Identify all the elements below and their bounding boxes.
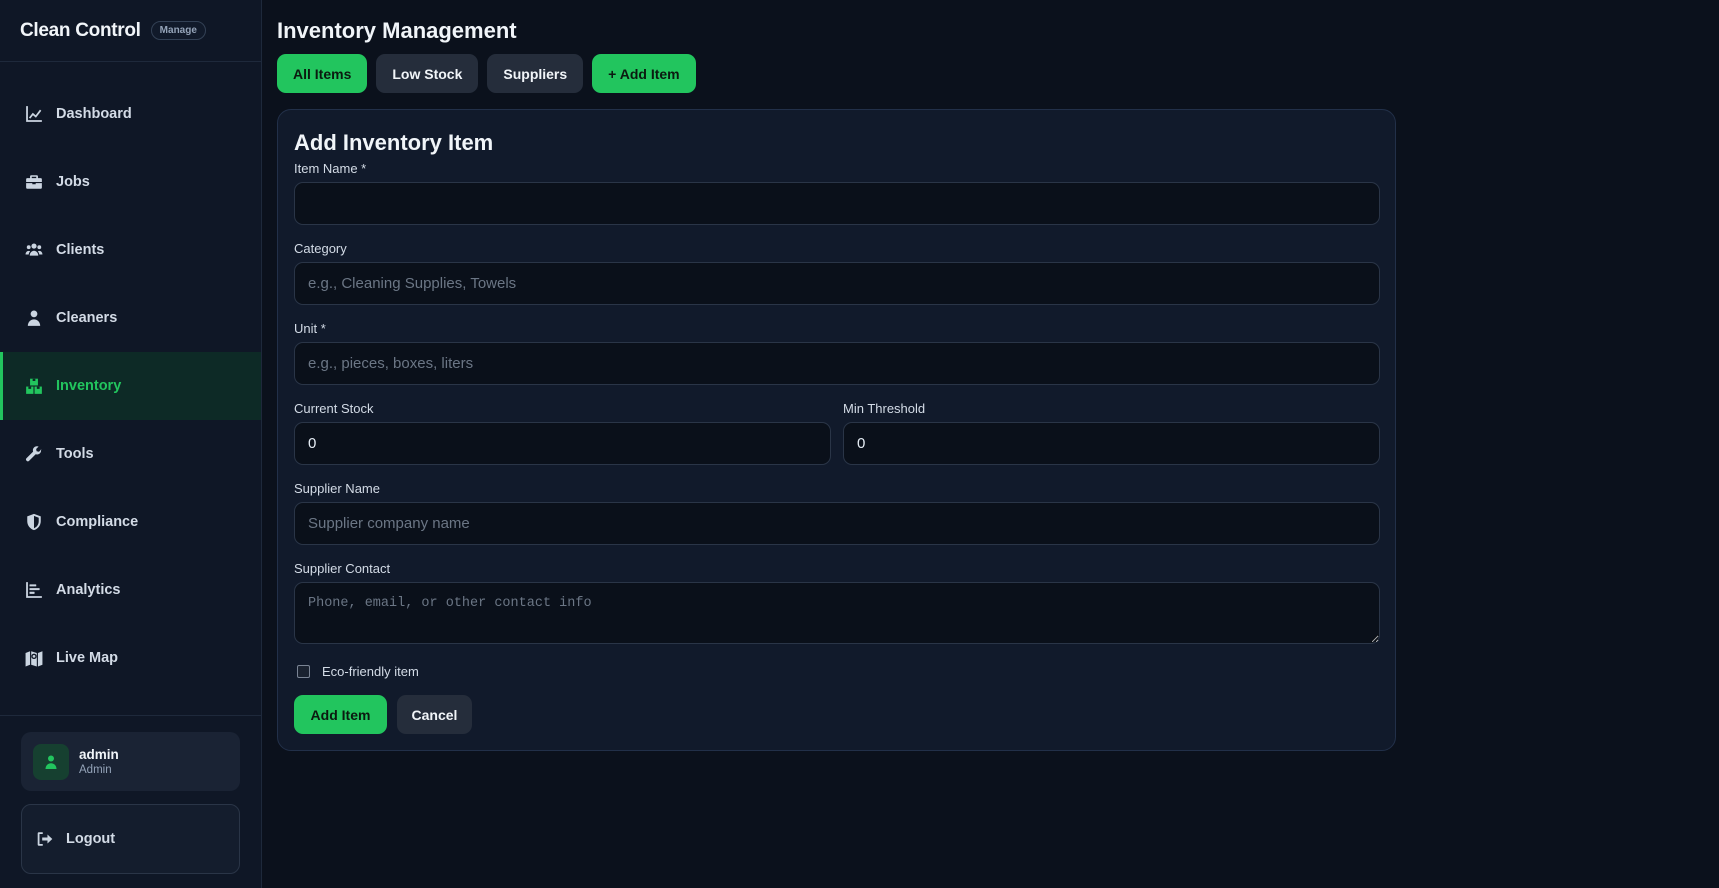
manage-badge: Manage [150, 21, 206, 40]
user-profile-card[interactable]: admin Admin [21, 732, 240, 791]
page-title: Inventory Management [277, 18, 517, 43]
sidebar-item-label: Dashboard [56, 106, 132, 122]
current-stock-label: Current Stock [294, 401, 374, 416]
item-name-label: Item Name * [294, 161, 367, 176]
sidebar-item-label: Analytics [56, 582, 121, 598]
eco-friendly-row: Eco-friendly item [297, 664, 419, 679]
sidebar-item-label: Jobs [56, 174, 90, 190]
avatar [33, 743, 69, 780]
user-role: Admin [79, 764, 112, 776]
min-threshold-label: Min Threshold [843, 401, 926, 416]
sidebar-item-compliance[interactable]: Compliance [0, 488, 261, 556]
sidebar-item-clients[interactable]: Clients [0, 216, 261, 284]
bar-chart-icon [25, 581, 43, 599]
user-name: admin [79, 747, 119, 762]
sidebar-item-inventory[interactable]: Inventory [0, 352, 261, 420]
current-stock-input[interactable] [294, 422, 831, 465]
sidebar-item-analytics[interactable]: Analytics [0, 556, 261, 624]
supplier-contact-textarea[interactable] [294, 582, 1380, 644]
briefcase-icon [25, 173, 43, 191]
eco-friendly-label: Eco-friendly item [322, 664, 419, 679]
sidebar-item-live-map[interactable]: Live Map [0, 624, 261, 692]
tab-low-stock[interactable]: Low Stock [376, 54, 479, 93]
logout-button[interactable]: Logout [21, 804, 240, 874]
sidebar-item-tools[interactable]: Tools [0, 420, 261, 488]
user-icon [45, 755, 57, 769]
add-item-button[interactable]: + Add Item [592, 54, 696, 93]
sidebar-nav: Dashboard Jobs Clients Cleaners Inventor… [0, 80, 261, 692]
cancel-button[interactable]: Cancel [397, 695, 472, 734]
sidebar-item-label: Inventory [56, 378, 122, 394]
logout-icon [37, 832, 53, 846]
unit-input[interactable] [294, 342, 1380, 385]
sidebar: Clean Control Manage Dashboard Jobs Clie… [0, 0, 262, 888]
sidebar-footer-divider [0, 715, 261, 716]
sidebar-item-label: Tools [56, 446, 94, 462]
inventory-tabs: All Items Low Stock Suppliers + Add Item [277, 54, 696, 93]
submit-add-item-button[interactable]: Add Item [294, 695, 387, 734]
tab-all-items[interactable]: All Items [277, 54, 368, 93]
category-input[interactable] [294, 262, 1380, 305]
sidebar-item-label: Cleaners [56, 310, 118, 326]
map-icon [25, 649, 43, 667]
tab-suppliers[interactable]: Suppliers [487, 54, 584, 93]
chart-line-icon [25, 105, 43, 123]
eco-friendly-checkbox[interactable] [297, 665, 310, 678]
form-title: Add Inventory Item [294, 130, 494, 155]
category-label: Category [294, 241, 347, 256]
supplier-name-input[interactable] [294, 502, 1380, 545]
shield-icon [25, 513, 43, 531]
user-tie-icon [25, 309, 43, 327]
sidebar-item-dashboard[interactable]: Dashboard [0, 80, 261, 148]
boxes-icon [25, 377, 43, 395]
unit-label: Unit * [294, 321, 326, 336]
add-inventory-form: Add Inventory Item Item Name * Category … [277, 109, 1396, 751]
logout-label: Logout [66, 831, 116, 847]
item-name-input[interactable] [294, 182, 1380, 225]
app-title: Clean Control [20, 19, 141, 41]
sidebar-item-label: Clients [56, 242, 105, 258]
sidebar-item-label: Live Map [56, 650, 119, 666]
wrench-icon [25, 445, 43, 463]
users-icon [25, 241, 43, 259]
sidebar-item-jobs[interactable]: Jobs [0, 148, 261, 216]
min-threshold-input[interactable] [843, 422, 1380, 465]
supplier-name-label: Supplier Name [294, 481, 380, 496]
supplier-contact-label: Supplier Contact [294, 561, 391, 576]
sidebar-item-label: Compliance [56, 514, 139, 530]
sidebar-item-cleaners[interactable]: Cleaners [0, 284, 261, 352]
brand-header: Clean Control Manage [0, 0, 261, 62]
